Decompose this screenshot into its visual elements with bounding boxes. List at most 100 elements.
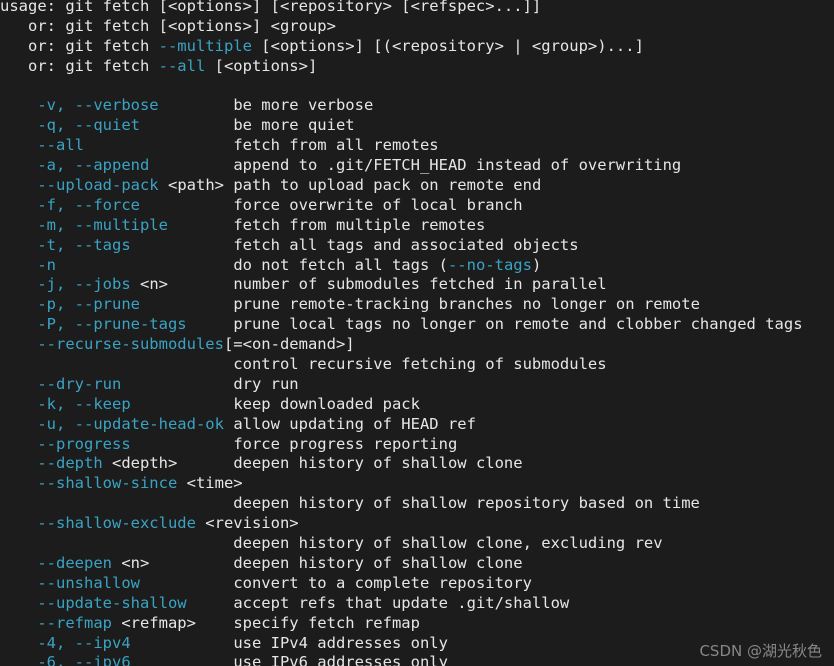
usage-flag: --multiple — [158, 36, 252, 55]
column-gap — [140, 116, 233, 134]
option-flag: --shallow-exclude — [37, 514, 196, 533]
option-description: be more quiet — [233, 116, 355, 135]
option-row: -f, --force force overwrite of local bra… — [0, 196, 834, 216]
option-description: do not fetch all tags ( — [233, 255, 448, 274]
column-gap — [196, 614, 233, 632]
option-row: --all fetch from all remotes — [0, 136, 834, 156]
column-gap — [131, 634, 234, 652]
usage-prefix: or: git fetch — [0, 56, 159, 75]
column-gap — [131, 395, 234, 413]
option-row: -q, --quiet be more quiet — [0, 116, 834, 136]
option-description: use IPv4 addresses only — [233, 633, 448, 652]
column-gap — [149, 554, 233, 572]
option-description-continuation: deepen history of shallow repository bas… — [0, 494, 834, 514]
option-description: be more verbose — [233, 96, 374, 115]
option-flag: --unshallow — [37, 573, 140, 592]
option-flag: --all — [37, 136, 84, 155]
option-description: prune remote-tracking branches no longer… — [233, 295, 700, 314]
column-gap — [168, 275, 233, 293]
column-gap — [168, 216, 233, 234]
usage-line: or: git fetch [<options>] <group> — [0, 17, 834, 37]
option-description: fetch from all remotes — [233, 136, 439, 155]
column-gap — [224, 415, 233, 433]
usage-prefix: or: git fetch — [0, 36, 159, 55]
option-row: -p, --prune prune remote-tracking branch… — [0, 295, 834, 315]
usage-section: usage: git fetch [<options>] [<repositor… — [0, 0, 834, 77]
option-row: -m, --multiple fetch from multiple remot… — [0, 216, 834, 236]
option-argument: <depth> — [102, 454, 178, 473]
option-argument: <n> — [130, 275, 168, 294]
column-gap — [121, 375, 233, 393]
option-row: --upload-pack <path> path to upload pack… — [0, 176, 834, 196]
column-gap — [159, 96, 234, 114]
usage-line: usage: git fetch [<options>] [<repositor… — [0, 0, 834, 17]
option-flag: --dry-run — [37, 374, 122, 393]
option-flag: --recurse-submodules — [37, 335, 224, 354]
option-argument: [=<on-demand>] — [223, 335, 355, 354]
option-flag: -m, --multiple — [37, 215, 168, 234]
usage-prefix: usage: git fetch — [0, 0, 159, 15]
option-description-tail: ) — [531, 255, 542, 274]
terminal-window: usage: git fetch [<options>] [<repositor… — [0, 0, 834, 666]
usage-suffix: [<options>] [<repository> [<refspec>...]… — [158, 0, 542, 15]
option-flag: -p, --prune — [37, 295, 140, 314]
option-row: -v, --verbose be more verbose — [0, 96, 834, 116]
option-description: convert to a complete repository — [233, 573, 532, 592]
option-flag: --shallow-since — [37, 474, 178, 493]
option-flag: -k, --keep — [37, 394, 131, 413]
option-argument: <n> — [111, 553, 150, 572]
option-flag: -4, --ipv4 — [37, 633, 131, 652]
column-gap — [187, 594, 234, 612]
option-flag: -f, --force — [37, 195, 140, 214]
column-gap — [131, 435, 234, 453]
option-row: --deepen <n> deepen history of shallow c… — [0, 554, 834, 574]
option-flag: -j, --jobs — [37, 275, 131, 294]
usage-line: or: git fetch --multiple [<options>] [(<… — [0, 37, 834, 57]
option-row: --unshallow convert to a complete reposi… — [0, 574, 834, 594]
column-gap — [149, 156, 233, 174]
option-row: -t, --tags fetch all tags and associated… — [0, 236, 834, 256]
usage-flag: --all — [158, 56, 206, 75]
option-flag: --progress — [37, 434, 131, 453]
option-description: prune local tags no longer on remote and… — [233, 315, 803, 334]
usage-suffix: [<options>] <group> — [158, 16, 336, 35]
option-flag: --depth — [37, 454, 103, 473]
option-description: deepen history of shallow clone — [233, 454, 523, 473]
option-argument: <time> — [177, 474, 243, 493]
option-row: --shallow-since <time> — [0, 474, 834, 494]
option-row: -P, --prune-tags prune local tags no lon… — [0, 315, 834, 335]
option-row: --progress force progress reporting — [0, 435, 834, 455]
column-gap — [140, 295, 233, 313]
option-description: deepen history of shallow clone — [233, 553, 523, 572]
option-row: --recurse-submodules[=<on-demand>] — [0, 335, 834, 355]
option-row: --refmap <refmap> specify fetch refmap — [0, 614, 834, 634]
column-gap — [37, 534, 233, 552]
option-description: control recursive fetching of submodules — [233, 355, 607, 374]
usage-prefix: or: git fetch — [0, 16, 159, 35]
option-flag: -6, --ipv6 — [37, 653, 131, 666]
option-argument: <revision> — [195, 514, 299, 533]
option-description-continuation: control recursive fetching of submodules — [0, 355, 834, 375]
